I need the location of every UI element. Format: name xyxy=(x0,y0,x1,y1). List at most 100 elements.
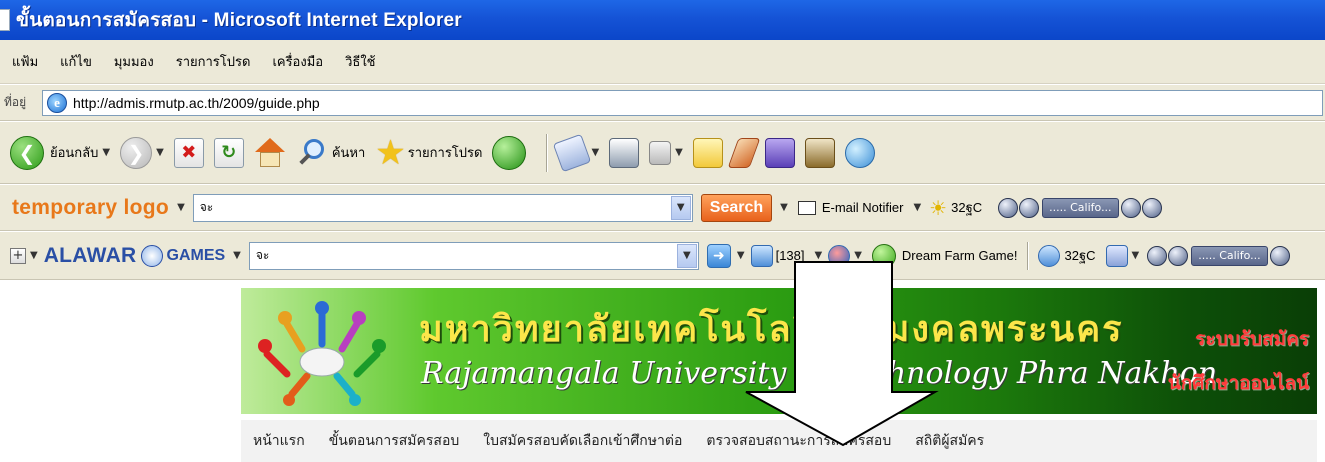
volume-icon[interactable] xyxy=(1269,245,1290,266)
alawar-search-value: จะ xyxy=(255,248,270,262)
nav-application-steps[interactable]: ขั้นตอนการสมัครสอบ xyxy=(329,430,460,452)
radio-station-select[interactable]: ..... Califo... xyxy=(1191,245,1268,266)
pen-icon xyxy=(727,137,761,168)
nav-check-status[interactable]: ตรวจสอบสถานะการสมัครสอบ xyxy=(706,430,891,452)
farm-game-icon xyxy=(871,243,896,268)
games-logo-icon xyxy=(140,244,163,267)
email-notifier-label[interactable]: E-mail Notifier xyxy=(822,200,904,215)
print-button[interactable] xyxy=(609,137,640,168)
banner-side-line-2: นักศึกษาออนไลน์ xyxy=(1167,372,1309,394)
radio-station-select[interactable]: ..... Califo... xyxy=(1042,197,1119,218)
chevron-down-icon[interactable]: ▼ xyxy=(30,250,38,261)
standard-toolbar: ❮ ย้อนกลับ ▼ ❯ ▼ ✖ ↻ ค้นหา ★ รายการโปรด … xyxy=(0,122,1325,184)
games-label[interactable]: GAMES xyxy=(167,247,226,265)
home-button[interactable] xyxy=(254,137,286,168)
alawar-toolbar: + ▼ ALAWAR GAMES ▼ จะ ▼ ➜ ▼ [138] ▼ ▼ Dr… xyxy=(0,232,1325,280)
pen-button[interactable] xyxy=(727,137,761,168)
menu-view[interactable]: มุมมอง xyxy=(112,49,156,74)
item-count: [138] xyxy=(775,248,805,263)
mail-button[interactable]: ▼ xyxy=(553,133,599,172)
toolbar-search-value: จะ xyxy=(199,200,214,214)
chevron-down-icon[interactable]: ▼ xyxy=(737,250,745,261)
media-button[interactable] xyxy=(492,135,527,170)
chevron-down-icon[interactable]: ▼ xyxy=(676,243,697,268)
alawar-logo[interactable]: ALAWAR xyxy=(44,244,137,268)
temporary-logo-toolbar: temporary logo ▼ จะ ▼ Search ▼ E-mail No… xyxy=(0,185,1325,231)
chevron-down-icon[interactable]: ▼ xyxy=(591,147,599,158)
edit-icon xyxy=(649,140,672,165)
user-icon[interactable] xyxy=(1105,244,1128,267)
back-arrow-icon: ❮ xyxy=(10,135,44,170)
alawar-search-input[interactable]: จะ ▼ xyxy=(248,241,699,270)
temporary-logo[interactable]: temporary logo xyxy=(12,196,169,220)
chevron-down-icon[interactable]: ▼ xyxy=(156,147,164,158)
menu-favorites[interactable]: รายการโปรด xyxy=(174,49,253,74)
refresh-button[interactable]: ↻ xyxy=(213,137,244,168)
back-label: ย้อนกลับ xyxy=(50,146,99,161)
toolbar-search-input[interactable]: จะ ▼ xyxy=(192,193,693,222)
address-url[interactable]: http://admis.rmutp.ac.th/2009/guide.php xyxy=(73,95,320,111)
address-bar: ที่อยู่ e http://admis.rmutp.ac.th/2009/… xyxy=(0,85,1325,121)
farm-game-label[interactable]: Dream Farm Game! xyxy=(902,248,1018,263)
site-navigation: หน้าแรก ขั้นตอนการสมัครสอบ ใบสมัครสอบคัด… xyxy=(241,420,1317,462)
menu-file[interactable]: แฟ้ม xyxy=(10,49,40,74)
mute-icon[interactable] xyxy=(1141,197,1162,218)
menu-edit[interactable]: แก้ไข xyxy=(58,49,94,74)
address-label: ที่อยู่ xyxy=(4,95,27,109)
chevron-down-icon[interactable]: ▼ xyxy=(670,195,691,220)
chevron-down-icon[interactable]: ▼ xyxy=(780,202,788,213)
banner-side-line-1: ระบบรับสมัคร xyxy=(1195,328,1309,350)
stop-button[interactable]: ✖ xyxy=(173,137,204,168)
chevron-down-icon[interactable]: ▼ xyxy=(1132,250,1140,261)
document-icon xyxy=(0,9,10,31)
stop-icon: ✖ xyxy=(173,137,204,168)
forward-arrow-icon: ❯ xyxy=(120,136,153,169)
window-title-bar[interactable]: ขั้นตอนการสมัครสอบ - Microsoft Internet … xyxy=(0,0,1325,40)
messenger-button[interactable] xyxy=(844,137,875,168)
research-icon xyxy=(764,137,795,168)
calendar-icon[interactable] xyxy=(750,244,773,267)
chevron-down-icon[interactable]: ▼ xyxy=(913,202,921,213)
printer-icon xyxy=(609,137,640,168)
home-icon xyxy=(254,137,286,168)
envelope-icon xyxy=(797,200,816,215)
chevron-down-icon[interactable]: ▼ xyxy=(815,250,823,261)
previous-icon[interactable] xyxy=(998,197,1019,218)
banner-title-thai: มหาวิทยาลัยเทคโนโลยีราชมงคลพระนคร xyxy=(419,308,1124,350)
research-button[interactable] xyxy=(764,137,795,168)
chevron-down-icon[interactable]: ▼ xyxy=(233,250,241,261)
stats-button[interactable] xyxy=(804,137,835,168)
banner-title-english: Rajamangala University of Technology Phr… xyxy=(421,356,1218,391)
forward-button[interactable]: ❯ ▼ xyxy=(120,136,164,169)
nav-application-form[interactable]: ใบสมัครสอบคัดเลือกเข้าศึกษาต่อ xyxy=(483,430,682,452)
go-arrow-icon[interactable]: ➜ xyxy=(706,243,731,268)
chevron-down-icon[interactable]: ▼ xyxy=(177,202,185,213)
edit-button[interactable]: ▼ xyxy=(649,140,683,165)
chevron-down-icon[interactable]: ▼ xyxy=(102,147,110,158)
toolbar-divider xyxy=(546,133,548,172)
play-icon[interactable] xyxy=(1168,245,1189,266)
previous-icon[interactable] xyxy=(1147,245,1168,266)
back-button[interactable]: ❮ ย้อนกลับ ▼ xyxy=(10,135,110,170)
search-button[interactable]: ค้นหา xyxy=(296,137,365,169)
expand-icon[interactable]: + xyxy=(10,247,26,264)
sticky-note-icon xyxy=(692,137,723,168)
temperature-label: 32ฐC xyxy=(1064,248,1096,263)
play-icon[interactable] xyxy=(1019,197,1040,218)
volume-icon[interactable] xyxy=(1120,197,1141,218)
chevron-down-icon[interactable]: ▼ xyxy=(675,147,683,158)
notes-button[interactable] xyxy=(692,137,723,168)
menu-bar: แฟ้ม แก้ไข มุมมอง รายการโปรด เครื่องมือ … xyxy=(0,40,1325,84)
nav-applicant-stats[interactable]: สถิติผู้สมัคร xyxy=(915,430,984,452)
address-input[interactable]: e http://admis.rmutp.ac.th/2009/guide.ph… xyxy=(42,89,1323,116)
chevron-down-icon[interactable]: ▼ xyxy=(854,250,862,261)
globe-icon[interactable] xyxy=(828,244,851,267)
search-submit-button[interactable]: Search xyxy=(700,193,773,222)
menu-tools[interactable]: เครื่องมือ xyxy=(270,49,325,74)
chart-icon xyxy=(804,137,835,168)
nav-home[interactable]: หน้าแรก xyxy=(253,430,305,452)
favorites-button[interactable]: ★ รายการโปรด xyxy=(375,132,482,173)
menu-help[interactable]: วิธีใช้ xyxy=(343,49,377,74)
star-icon: ★ xyxy=(375,132,406,173)
weather-icon xyxy=(1038,244,1061,267)
